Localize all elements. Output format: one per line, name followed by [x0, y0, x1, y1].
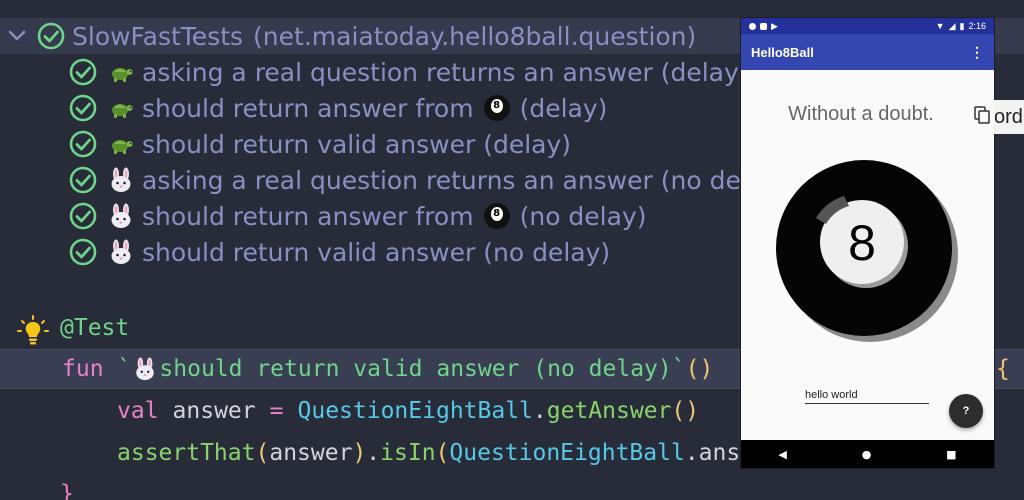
app-title: Hello8Ball — [751, 44, 814, 60]
test-name: asking a real question returns an answer… — [142, 57, 749, 87]
turtle-icon — [112, 68, 133, 82]
notification-icon — [749, 22, 756, 30]
test-tree-item[interactable]: should return valid answer (no delay) — [0, 234, 610, 270]
fun-name-text: should return valid answer (no delay)` — [159, 356, 686, 382]
check-circle-icon — [69, 94, 97, 122]
eight-ball-icon — [483, 95, 510, 121]
class-reference: QuestionEightBall — [297, 398, 533, 424]
test-tree-item[interactable]: should return answer from (delay) — [0, 90, 607, 126]
test-name: should return valid answer (no delay) — [142, 237, 611, 267]
status-bar: ▶ ▼ ◢ ▮ 2:16 — [741, 18, 994, 34]
lightbulb-icon[interactable] — [16, 314, 50, 348]
app-bar: Hello8Ball ⋮ — [741, 34, 994, 70]
home-icon[interactable]: ● — [862, 448, 872, 461]
signal-icon: ◢ — [948, 20, 956, 31]
turtle-icon — [112, 140, 133, 154]
check-circle-icon — [69, 58, 97, 86]
android-emulator[interactable]: ▶ ▼ ◢ ▮ 2:16 Hello8Ball ⋮ Without a doub… — [741, 18, 994, 468]
dot-operator: . — [532, 398, 547, 424]
answer-text: Without a doubt. — [788, 103, 934, 125]
rabbit-icon — [111, 239, 131, 264]
code-line-assert[interactable]: assertThat ( answer ) . isIn ( QuestionE… — [117, 433, 740, 473]
eight-ball-icon — [483, 203, 510, 229]
fun-name-backtick: ` — [117, 356, 132, 382]
play-icon: ▶ — [771, 20, 778, 31]
android-nav-bar: ◀ ● ■ — [741, 440, 994, 468]
code-line-closing[interactable]: } — [60, 474, 74, 500]
turtle-icon — [112, 104, 133, 118]
test-tree-item[interactable]: should return valid answer (delay) — [0, 126, 571, 162]
recents-icon[interactable]: ■ — [946, 448, 956, 461]
isin-function: isIn — [380, 440, 436, 466]
assign-operator: = — [269, 398, 284, 424]
test-name: asking a real question returns an answer… — [142, 165, 764, 195]
test-tree-item[interactable]: should return answer from (no delay) — [0, 198, 647, 234]
assert-function: assertThat — [117, 440, 256, 466]
storage-icon — [760, 22, 767, 30]
check-circle-icon — [69, 166, 97, 194]
overflow-menu-icon[interactable]: ⋮ — [970, 44, 984, 61]
test-tree-item[interactable]: asking a real question returns an answer… — [0, 162, 763, 198]
fun-keyword: fun — [62, 356, 104, 382]
check-circle-icon — [37, 22, 65, 50]
val-keyword: val — [117, 398, 159, 424]
dot-operator: . — [366, 440, 381, 466]
copy-icon[interactable] — [974, 106, 990, 124]
check-circle-icon — [69, 238, 97, 266]
test-package-name: (net.maiatoday.hello8ball.question) — [253, 21, 697, 51]
method-call: getAnswer — [546, 398, 672, 424]
test-class-name: SlowFastTests — [72, 21, 244, 51]
fun-parens: () — [685, 356, 714, 382]
method-parens: () — [671, 398, 700, 424]
test-name: should return valid answer (delay) — [142, 129, 572, 159]
truncated-member: .ans — [684, 440, 741, 466]
battery-icon: ▮ — [959, 20, 965, 31]
test-name: should return answer from — [142, 93, 474, 123]
paren-close: ) — [352, 440, 367, 466]
answer-argument: answer — [269, 440, 353, 466]
paren-open-2: ( — [435, 440, 450, 466]
eight-ball-image[interactable]: 8 — [774, 158, 964, 348]
ball-number: 8 — [848, 215, 876, 271]
answer-variable: answer — [172, 398, 256, 424]
check-circle-icon — [69, 130, 97, 158]
back-icon[interactable]: ◀ — [778, 448, 786, 461]
wifi-icon: ▼ — [935, 21, 945, 31]
test-name-suffix: (delay) — [519, 93, 608, 123]
fun-open-brace: { — [996, 356, 1010, 382]
class-reference: QuestionEightBall — [449, 440, 685, 466]
emulator-side-panel-tab[interactable]: ord — [994, 100, 1024, 134]
code-line-annotation[interactable]: @Test — [60, 308, 129, 348]
test-name-suffix: (no delay) — [519, 201, 647, 231]
paren-open: ( — [255, 440, 270, 466]
rabbit-icon — [111, 167, 131, 192]
code-line-val-answer[interactable]: val answer = QuestionEightBall . getAnsw… — [117, 391, 699, 431]
status-time: 2:16 — [968, 21, 986, 31]
question-input[interactable]: hello world — [805, 386, 929, 404]
check-circle-icon — [69, 202, 97, 230]
test-tree-item[interactable]: asking a real question returns an answer… — [0, 54, 749, 90]
test-name: should return answer from — [142, 201, 474, 231]
annotation-token: @Test — [60, 315, 130, 341]
rabbit-icon — [111, 203, 131, 228]
rabbit-icon — [136, 357, 155, 381]
ask-fab-button[interactable]: ? — [949, 394, 983, 428]
chevron-down-icon[interactable] — [6, 25, 28, 47]
closing-brace: } — [60, 481, 74, 500]
